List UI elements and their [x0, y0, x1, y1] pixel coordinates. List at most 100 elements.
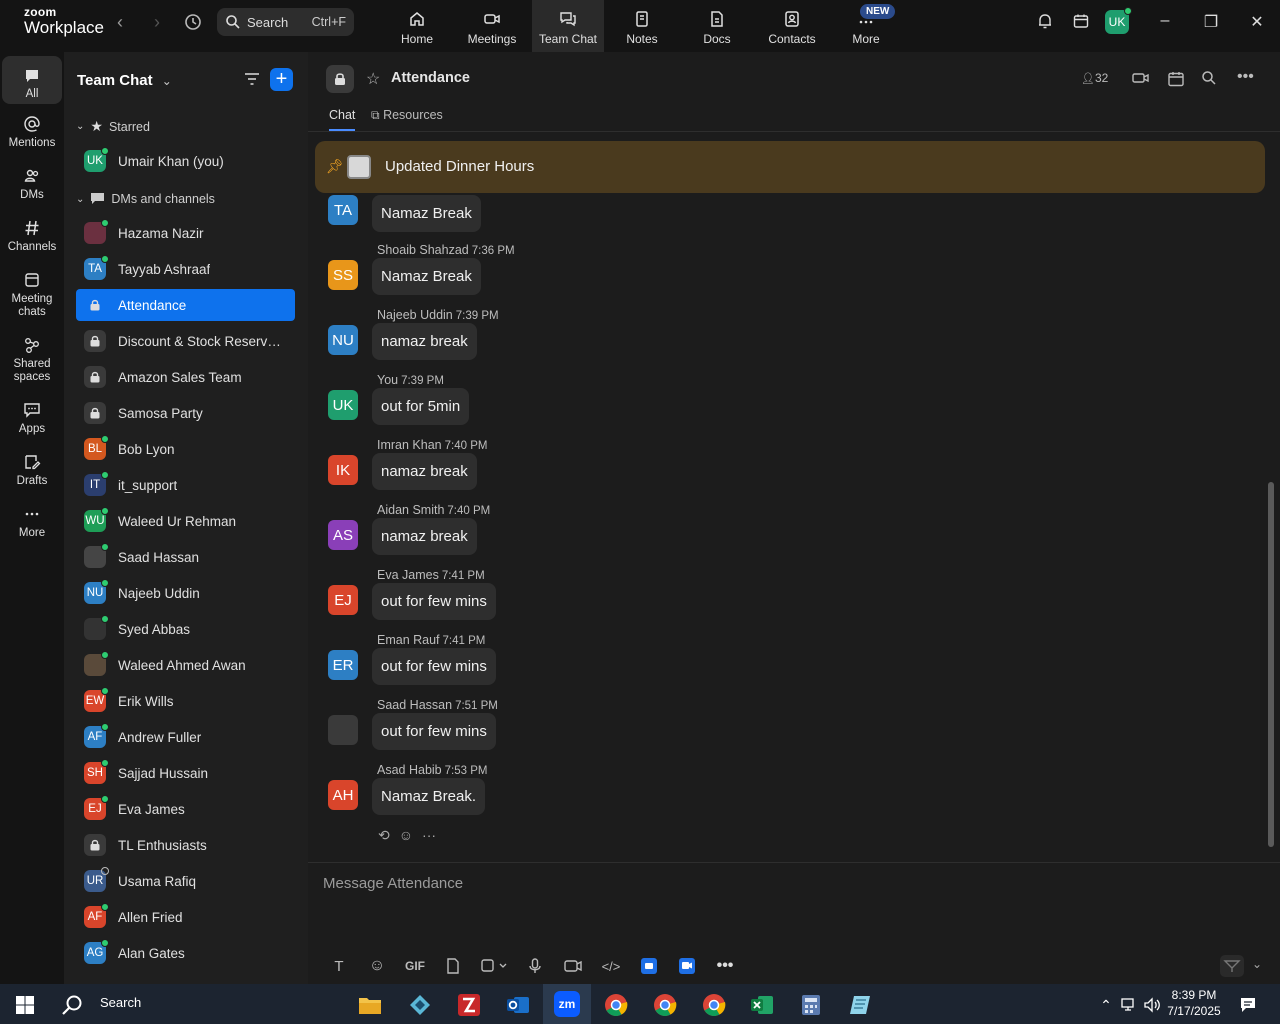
sender-name[interactable]: You: [377, 373, 398, 387]
message-bubble[interactable]: Namaz Break: [372, 195, 481, 232]
message-avatar[interactable]: NU: [328, 325, 358, 355]
taskbar-search-icon[interactable]: [52, 989, 92, 1021]
tab-meetings[interactable]: Meetings: [456, 0, 528, 52]
sidebar-item-waleed-ahmed-awan[interactable]: Waleed Ahmed Awan: [76, 649, 295, 681]
file-explorer-icon[interactable]: [350, 989, 390, 1021]
composer-input[interactable]: Message Attendance: [323, 875, 463, 892]
message-avatar[interactable]: UK: [328, 390, 358, 420]
sidebar-item-najeeb-uddin[interactable]: NU Najeeb Uddin: [76, 577, 295, 609]
rail-mentions[interactable]: Mentions: [2, 115, 62, 150]
windows-start-icon[interactable]: [5, 989, 45, 1021]
tab-notes[interactable]: Notes: [606, 0, 678, 52]
pinned-message-banner[interactable]: 📌︎ Updated Dinner Hours: [315, 141, 1265, 193]
sidebar-title[interactable]: Team Chat ⌄: [77, 72, 172, 89]
calendar-icon[interactable]: [1070, 12, 1092, 34]
forward-arrow-icon[interactable]: ›: [147, 12, 167, 33]
sender-name[interactable]: Eva James: [377, 568, 439, 582]
star-outline-icon[interactable]: ☆: [366, 69, 380, 89]
screenshot-icon[interactable]: [472, 955, 516, 977]
message-bubble[interactable]: out for 5min: [372, 388, 470, 425]
rail-shared-spaces[interactable]: Shared spaces: [2, 336, 62, 384]
sidebar-item-hazama-nazir[interactable]: Hazama Nazir: [76, 217, 295, 249]
tab-docs[interactable]: Docs: [681, 0, 753, 52]
emoji-icon[interactable]: ☺: [358, 955, 396, 977]
minimize-icon[interactable]: –: [1154, 12, 1176, 34]
notifications-icon[interactable]: [1228, 989, 1268, 1021]
notepad-app-icon[interactable]: [840, 989, 880, 1021]
sender-name[interactable]: Imran Khan: [377, 438, 442, 452]
app-icon[interactable]: [400, 989, 440, 1021]
more-icon[interactable]: ···: [422, 827, 436, 844]
taskbar-search-label[interactable]: Search: [100, 995, 141, 1010]
excel-icon[interactable]: [742, 989, 782, 1021]
message-avatar[interactable]: IK: [328, 455, 358, 485]
gif-button[interactable]: GIF: [396, 955, 434, 977]
chrome-profile-icon[interactable]: [645, 989, 685, 1021]
channel-title[interactable]: Attendance: [391, 70, 470, 86]
bell-icon[interactable]: [1034, 12, 1056, 34]
sidebar-item-it-support[interactable]: IT it_support: [76, 469, 295, 501]
send-options-chevron-icon[interactable]: ⌄: [1252, 957, 1262, 971]
message-bubble[interactable]: out for few mins: [372, 583, 496, 620]
chrome-second-icon[interactable]: [694, 989, 734, 1021]
more-tools-icon[interactable]: •••: [706, 955, 744, 977]
tab-home[interactable]: Home: [381, 0, 453, 52]
sidebar-item-tayyab-ashraaf[interactable]: TA Tayyab Ashraaf: [76, 253, 295, 285]
tab-team-chat[interactable]: Team Chat: [532, 0, 604, 52]
user-avatar[interactable]: UK: [1105, 7, 1132, 34]
video-message-icon[interactable]: [554, 955, 592, 977]
rail-channels[interactable]: Channels: [2, 219, 62, 254]
search-input[interactable]: Search Ctrl+F: [217, 8, 354, 36]
tab-contacts[interactable]: Contacts: [756, 0, 828, 52]
sidebar-item-umair-khan[interactable]: UK Umair Khan (you): [76, 145, 295, 177]
restore-icon[interactable]: ❐: [1200, 12, 1222, 34]
message-bubble[interactable]: Namaz Break.: [372, 778, 486, 815]
message-avatar[interactable]: AH: [328, 780, 358, 810]
message-avatar[interactable]: AS: [328, 520, 358, 550]
message-avatar[interactable]: EJ: [328, 585, 358, 615]
filter-icon[interactable]: [243, 70, 261, 93]
calculator-icon[interactable]: [791, 989, 831, 1021]
message-bubble[interactable]: out for few mins: [372, 648, 496, 685]
sender-name[interactable]: Asad Habib: [377, 763, 442, 777]
sidebar-item-amazon-sales-team[interactable]: Amazon Sales Team: [76, 361, 295, 393]
sidebar-item-samosa-party[interactable]: Samosa Party: [76, 397, 295, 429]
sidebar-item-bob-lyon[interactable]: BL Bob Lyon: [76, 433, 295, 465]
more-options-icon[interactable]: •••: [1237, 68, 1254, 86]
file-icon[interactable]: [434, 955, 472, 977]
message-avatar[interactable]: TA: [328, 195, 358, 225]
dms-section[interactable]: ⌄ DMs and channels: [76, 192, 215, 206]
outlook-icon[interactable]: [498, 989, 538, 1021]
sidebar-item-allen-fried[interactable]: AF Allen Fried: [76, 901, 295, 933]
sidebar-item-attendance[interactable]: Attendance: [76, 289, 295, 321]
tab-chat[interactable]: Chat: [329, 108, 356, 131]
new-chat-button[interactable]: +: [270, 68, 293, 91]
text-format-icon[interactable]: T: [320, 955, 358, 977]
message-avatar[interactable]: SS: [328, 260, 358, 290]
emoji-icon[interactable]: ☺: [399, 827, 413, 844]
sidebar-item-erik-wills[interactable]: EW Erik Wills: [76, 685, 295, 717]
close-icon[interactable]: ✕: [1246, 12, 1268, 34]
sender-name[interactable]: Shoaib Shahzad: [377, 243, 469, 257]
calendar-icon[interactable]: [1167, 70, 1185, 93]
history-icon[interactable]: [183, 12, 203, 32]
sender-name[interactable]: Saad Hassan: [377, 698, 452, 712]
sidebar-item-discount-stock-reservati[interactable]: Discount & Stock Reservati...: [76, 325, 295, 357]
sidebar-item-alan-gates[interactable]: AG Alan Gates: [76, 937, 295, 969]
message-bubble[interactable]: namaz break: [372, 518, 477, 555]
app-shortcut-icon[interactable]: [630, 955, 668, 977]
sidebar-item-tl-enthusiasts[interactable]: TL Enthusiasts: [76, 829, 295, 861]
sidebar-item-eva-james[interactable]: EJ Eva James: [76, 793, 295, 825]
message-bubble[interactable]: namaz break: [372, 323, 477, 360]
message-bubble[interactable]: namaz break: [372, 453, 477, 490]
sidebar-item-sajjad-hussain[interactable]: SH Sajjad Hussain: [76, 757, 295, 789]
send-button[interactable]: [1220, 955, 1244, 977]
message-composer[interactable]: Message Attendance T ☺ GIF </> ••• ⌄: [308, 862, 1280, 984]
rail-apps[interactable]: Apps: [2, 401, 62, 436]
filezilla-icon[interactable]: [449, 989, 489, 1021]
microphone-icon[interactable]: [516, 955, 554, 977]
sender-name[interactable]: Najeeb Uddin: [377, 308, 453, 322]
rail-dms[interactable]: DMs: [2, 167, 62, 202]
sidebar-item-syed-abbas[interactable]: Syed Abbas: [76, 613, 295, 645]
scrollbar[interactable]: [1268, 482, 1274, 847]
